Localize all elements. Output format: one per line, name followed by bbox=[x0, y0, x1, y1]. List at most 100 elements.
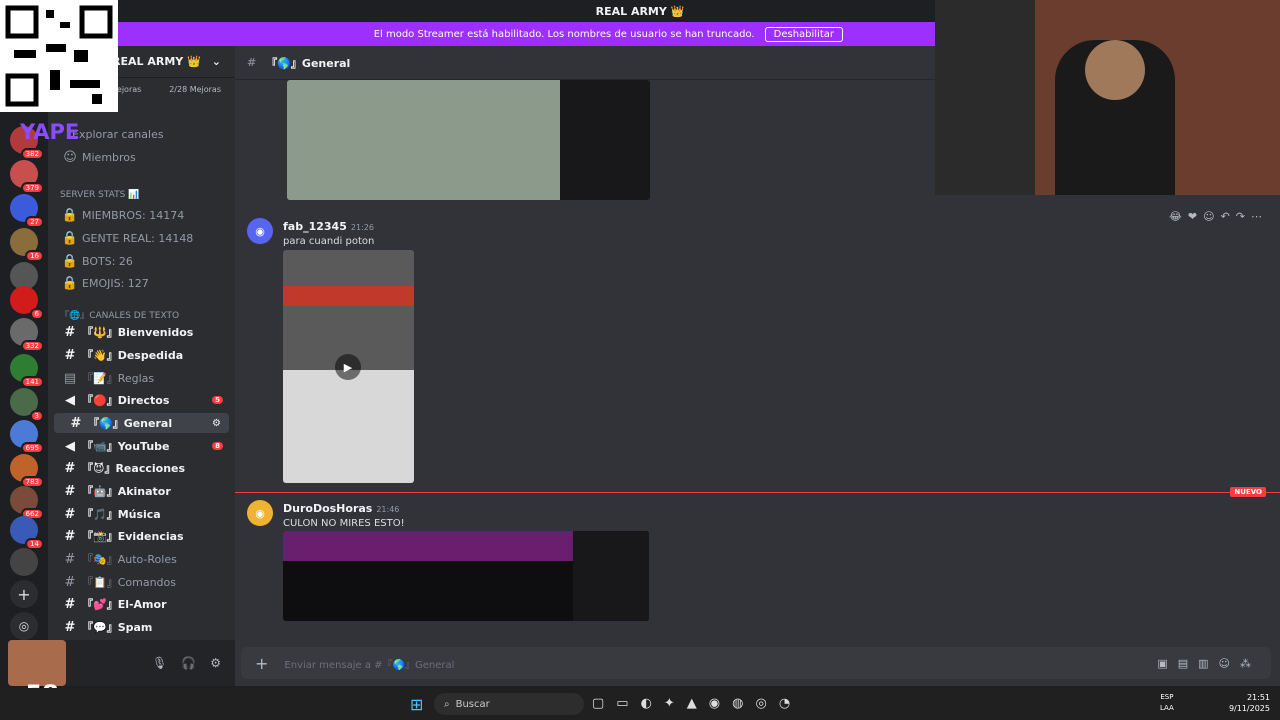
user-panel: 🎙 🎧 ⚙ bbox=[48, 640, 235, 686]
hash-icon: # bbox=[70, 415, 82, 431]
settings-icon[interactable]: ⚙ bbox=[212, 418, 221, 429]
search-label: Buscar bbox=[455, 698, 490, 710]
channel-label: 『😈』Reacciones bbox=[82, 462, 186, 475]
guild-name: REAL ARMY 👑 bbox=[112, 55, 201, 68]
channel-item[interactable]: # 『🎭』Auto-Roles bbox=[48, 549, 235, 569]
reply-icon[interactable]: ↶ bbox=[1221, 210, 1230, 223]
server-icon[interactable]: 14 bbox=[10, 516, 44, 550]
timestamp: 21:46 bbox=[376, 505, 400, 514]
stat-label: BOTS: 26 bbox=[82, 254, 133, 268]
message-composer[interactable]: + Enviar mensaje a #『🌎』General ▣▤▥☺⁂ bbox=[241, 647, 1271, 679]
stat-item: 🔒 BOTS: 26 bbox=[48, 251, 235, 271]
message-text: para cuandi poton bbox=[283, 236, 375, 247]
server-icon[interactable]: 783 bbox=[10, 454, 44, 488]
channel-label: 『🔱』Bienvenidos bbox=[82, 326, 194, 339]
channel-item[interactable]: # 『😈』Reacciones bbox=[48, 458, 235, 478]
play-icon[interactable]: ▶ bbox=[335, 354, 361, 380]
hash-icon: # bbox=[64, 347, 76, 363]
chat-panel-image bbox=[560, 80, 650, 200]
members-item[interactable]: ☺ Miembros bbox=[48, 147, 235, 167]
channel-item[interactable]: # 『🤖』Akinator bbox=[48, 481, 235, 501]
message-actions: 😂 ❤ ☺ ↶ ↷ ⋯ bbox=[1169, 210, 1262, 223]
message-image[interactable] bbox=[287, 80, 650, 200]
server-icon[interactable] bbox=[10, 548, 38, 576]
server-icon[interactable]: 662 bbox=[10, 486, 44, 520]
disable-streamer-button[interactable]: Deshabilitar bbox=[764, 26, 843, 42]
language-indicator[interactable]: ESP LAA bbox=[1160, 692, 1174, 714]
rules-icon: ▤ bbox=[63, 370, 77, 386]
channel-item[interactable]: # 『🔱』Bienvenidos bbox=[48, 322, 235, 342]
qr-code-image bbox=[0, 0, 118, 112]
channel-label: 『💬』Spam bbox=[82, 621, 153, 634]
clock-date: 9/11/2025 bbox=[1228, 704, 1270, 713]
channel-item[interactable]: # 『💬』Spam bbox=[48, 617, 235, 637]
hash-icon: # bbox=[64, 483, 76, 499]
taskbar-search[interactable]: ⌕ Buscar bbox=[434, 693, 584, 715]
hash-icon: # bbox=[64, 506, 76, 522]
avatar[interactable]: ◉ bbox=[247, 218, 273, 244]
hash-icon: # bbox=[247, 56, 257, 69]
channel-item[interactable]: ◀ 『📹』YouTube 8 bbox=[48, 436, 235, 456]
search-icon: ⌕ bbox=[444, 698, 450, 710]
browse-channels[interactable]: Explorar canales bbox=[72, 124, 259, 144]
discover-icon[interactable]: ◎ bbox=[10, 612, 38, 640]
server-icon[interactable]: 141 bbox=[10, 354, 44, 388]
message-author[interactable]: DuroDosHoras 21:46 bbox=[283, 502, 399, 515]
message-author[interactable]: fab_12345 21:26 bbox=[283, 220, 374, 233]
windows-start-icon[interactable]: ⊞ bbox=[410, 695, 423, 714]
reaction-icon[interactable]: 😂 bbox=[1169, 210, 1182, 223]
webcam-overlay bbox=[935, 0, 1280, 195]
channel-label: 『👋』Despedida bbox=[82, 349, 184, 362]
server-icon[interactable]: 16 bbox=[10, 228, 44, 262]
clock[interactable]: 21:51 9/11/2025 bbox=[1229, 692, 1270, 714]
new-badge: NUEVO bbox=[1230, 487, 1266, 497]
avatar[interactable]: ◉ bbox=[247, 500, 273, 526]
heart-icon[interactable]: ❤ bbox=[1188, 210, 1197, 223]
stats-category[interactable]: SERVER STATS 📊 bbox=[60, 190, 139, 200]
unread-count: 5 bbox=[212, 396, 223, 404]
channel-item[interactable]: ▤ 『📝』Reglas bbox=[48, 368, 235, 388]
username: DuroDosHoras bbox=[283, 502, 373, 515]
microphone-icon[interactable]: 🎙 bbox=[152, 656, 167, 670]
window-title: REAL ARMY 👑 bbox=[595, 4, 685, 18]
banner-image bbox=[283, 531, 573, 561]
channel-item[interactable]: # 『📋』Comandos bbox=[48, 572, 235, 592]
channel-item-active[interactable]: # 『🌎』General ⚙ bbox=[54, 413, 229, 433]
user-settings-icon[interactable]: ⚙ bbox=[210, 656, 221, 670]
headphones-icon[interactable]: 🎧 bbox=[181, 656, 196, 670]
server-icon[interactable]: 6 bbox=[10, 286, 44, 320]
stat-label: EMOJIS: 127 bbox=[82, 276, 149, 290]
taskbar-apps-icons[interactable]: ▢▭◐✦▲◉◍◎◔ bbox=[592, 696, 802, 711]
more-icon[interactable]: ⋯ bbox=[1251, 210, 1262, 223]
message-image[interactable] bbox=[283, 531, 649, 621]
stream-preview-image bbox=[287, 80, 560, 200]
forward-icon[interactable]: ↷ bbox=[1236, 210, 1245, 223]
channel-item[interactable]: # 『📸』Evidencias bbox=[48, 526, 235, 546]
new-messages-divider bbox=[235, 492, 1280, 493]
server-icon[interactable]: 332 bbox=[10, 318, 44, 352]
server-icon[interactable]: 27 bbox=[10, 194, 44, 228]
megaphone-icon: ◀ bbox=[65, 392, 75, 408]
layout-label: LAA bbox=[1160, 704, 1174, 712]
video-attachment[interactable]: ▶ bbox=[283, 250, 414, 483]
stat-item: 🔒 EMOJIS: 127 bbox=[48, 273, 235, 293]
add-server-icon[interactable]: + bbox=[10, 580, 38, 608]
text-channels-category[interactable]: 『🌐』CANALES DE TEXTO bbox=[60, 308, 179, 321]
channel-item[interactable]: # 『🎵』Música bbox=[48, 504, 235, 524]
clock-time: 21:51 bbox=[1246, 693, 1270, 702]
server-icon[interactable]: 3 bbox=[10, 388, 44, 422]
channel-item[interactable]: # 『💕』El-Amor bbox=[48, 594, 235, 614]
face-image bbox=[1085, 40, 1145, 100]
streamer-mode-banner: El modo Streamer está habilitado. Los no… bbox=[0, 22, 935, 46]
channel-item[interactable]: ◀ 『🔴』Directos 5 bbox=[48, 390, 235, 410]
hash-icon: # bbox=[64, 324, 76, 340]
add-attachment-icon[interactable]: + bbox=[255, 654, 268, 673]
server-icon[interactable]: 379 bbox=[10, 160, 44, 194]
add-reaction-icon[interactable]: ☺ bbox=[1203, 210, 1214, 223]
channel-item[interactable]: # 『👋』Despedida bbox=[48, 345, 235, 365]
channel-label: 『💕』El-Amor bbox=[82, 598, 167, 611]
server-icon[interactable]: 695 bbox=[10, 420, 44, 454]
members-label: Miembros bbox=[82, 150, 136, 164]
composer-tools-icons[interactable]: ▣▤▥☺⁂ bbox=[1157, 657, 1261, 670]
stat-label: MIEMBROS: 14174 bbox=[82, 208, 185, 222]
